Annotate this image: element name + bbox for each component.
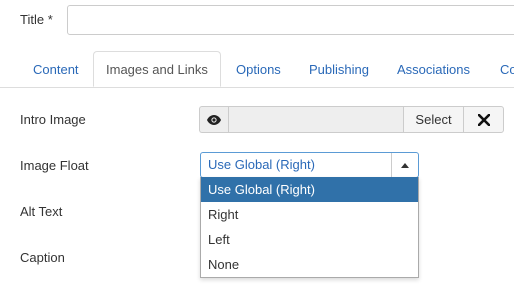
- image-float-selected-value: Use Global (Right): [208, 157, 315, 172]
- tab-bar-divider: [0, 87, 514, 88]
- eye-icon: [207, 114, 221, 125]
- dropdown-option[interactable]: Left: [201, 227, 418, 252]
- image-float-select[interactable]: Use Global (Right): [200, 152, 419, 178]
- close-icon: [476, 113, 491, 127]
- select-button[interactable]: Select: [403, 106, 464, 133]
- dropdown-option[interactable]: Use Global (Right): [201, 177, 418, 202]
- tab-associations[interactable]: Associations: [397, 52, 470, 87]
- tab-publishing[interactable]: Publishing: [309, 52, 369, 87]
- tab-options[interactable]: Options: [236, 52, 281, 87]
- clear-button[interactable]: [463, 106, 504, 133]
- dropdown-option[interactable]: Right: [201, 202, 418, 227]
- alt-text-label: Alt Text: [20, 204, 63, 219]
- image-float-label: Image Float: [20, 158, 89, 173]
- intro-image-input[interactable]: [228, 106, 404, 133]
- title-input[interactable]: [67, 5, 514, 35]
- intro-image-label: Intro Image: [20, 112, 86, 127]
- preview-button[interactable]: [199, 106, 228, 133]
- tab-images-and-links[interactable]: Images and Links: [93, 51, 221, 87]
- tab-content[interactable]: Content: [33, 52, 79, 87]
- caption-label: Caption: [20, 250, 65, 265]
- image-float-dropdown: Use Global (Right) Right Left None: [200, 177, 419, 278]
- caret-up-icon[interactable]: [391, 153, 418, 177]
- tab-co[interactable]: Co: [500, 52, 514, 87]
- title-label: Title *: [20, 12, 53, 27]
- dropdown-option[interactable]: None: [201, 252, 418, 277]
